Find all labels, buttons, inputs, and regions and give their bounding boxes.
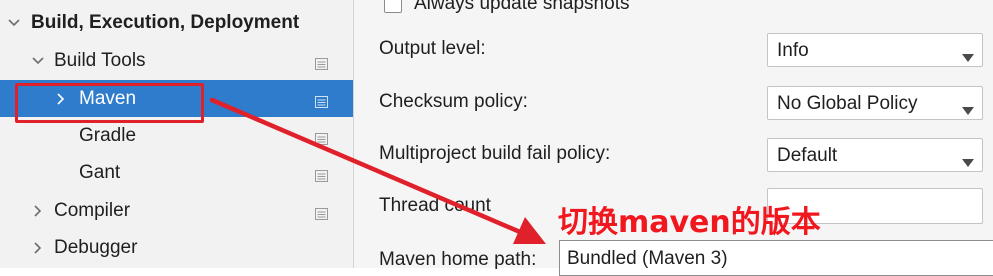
- project-settings-icon: [315, 166, 328, 182]
- always-update-snapshots-checkbox[interactable]: [384, 0, 402, 13]
- chevron-down-icon[interactable]: [31, 54, 45, 68]
- dropdown-arrow-icon: [962, 46, 974, 62]
- annotation-caption: 切换maven的版本: [558, 205, 821, 240]
- checksum-policy-select[interactable]: No Global Policy: [767, 86, 983, 120]
- multiproject-fail-policy-value: Default: [777, 145, 838, 166]
- tree-item-compiler[interactable]: Compiler: [0, 192, 353, 229]
- always-update-snapshots-option[interactable]: Always update snapshots: [384, 0, 629, 16]
- maven-home-path-value: Bundled (Maven 3): [567, 248, 728, 269]
- project-settings-icon: [315, 129, 328, 145]
- chevron-right-icon[interactable]: [31, 241, 45, 255]
- output-level-value: Info: [777, 40, 809, 61]
- checksum-policy-value: No Global Policy: [777, 93, 918, 114]
- project-settings-icon: [315, 204, 328, 220]
- dropdown-arrow-icon: [962, 99, 974, 115]
- tree-item-label: Gant: [79, 161, 121, 183]
- output-level-label: Output level:: [379, 38, 486, 59]
- tree-item-build-execution-deployment[interactable]: Build, Execution, Deployment: [0, 4, 353, 41]
- chevron-down-icon[interactable]: [7, 16, 21, 30]
- project-settings-icon: [315, 92, 328, 108]
- tree-item-gant[interactable]: Gant: [0, 154, 353, 191]
- project-settings-icon: [315, 54, 328, 70]
- checksum-policy-label: Checksum policy:: [379, 91, 528, 112]
- multiproject-fail-policy-select[interactable]: Default: [767, 138, 983, 172]
- multiproject-fail-policy-label: Multiproject build fail policy:: [379, 143, 611, 164]
- maven-home-path-input[interactable]: Bundled (Maven 3): [559, 240, 993, 276]
- tree-item-label: Gradle: [79, 124, 137, 146]
- thread-count-label: Thread count: [379, 195, 491, 216]
- tree-item-build-tools[interactable]: Build Tools: [0, 42, 353, 79]
- settings-tree: Build, Execution, Deployment Build Tools…: [0, 0, 353, 268]
- always-update-snapshots-label: Always update snapshots: [414, 0, 630, 14]
- tree-item-label: Build Tools: [54, 49, 146, 71]
- dropdown-arrow-icon: [962, 151, 974, 167]
- maven-highlight-box: [15, 83, 204, 123]
- tree-item-debugger[interactable]: Debugger: [0, 229, 353, 266]
- chevron-right-icon[interactable]: [31, 204, 45, 218]
- tree-item-label: Debugger: [54, 236, 138, 258]
- output-level-select[interactable]: Info: [767, 33, 983, 67]
- tree-item-label: Compiler: [54, 199, 131, 221]
- tree-item-label: Build, Execution, Deployment: [31, 11, 300, 33]
